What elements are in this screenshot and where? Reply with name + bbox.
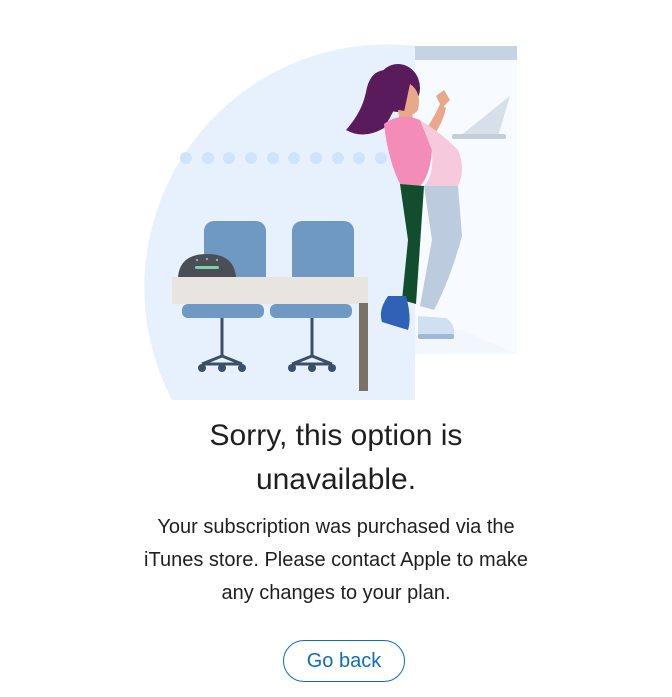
person-leaving-office-illustration	[0, 0, 672, 401]
message-line-2: iTunes store. Please contact Apple to ma…	[144, 549, 528, 571]
page-title: Sorry, this option is unavailable.	[0, 414, 672, 502]
message-text: Your subscription was purchased via the …	[0, 511, 672, 610]
message-line-3: any changes to your plan.	[221, 582, 451, 604]
title-line-1: Sorry, this option is	[209, 419, 463, 452]
go-back-button[interactable]: Go back	[283, 640, 405, 682]
title-line-2: unavailable.	[255, 463, 417, 496]
message-line-1: Your subscription was purchased via the	[157, 516, 515, 538]
